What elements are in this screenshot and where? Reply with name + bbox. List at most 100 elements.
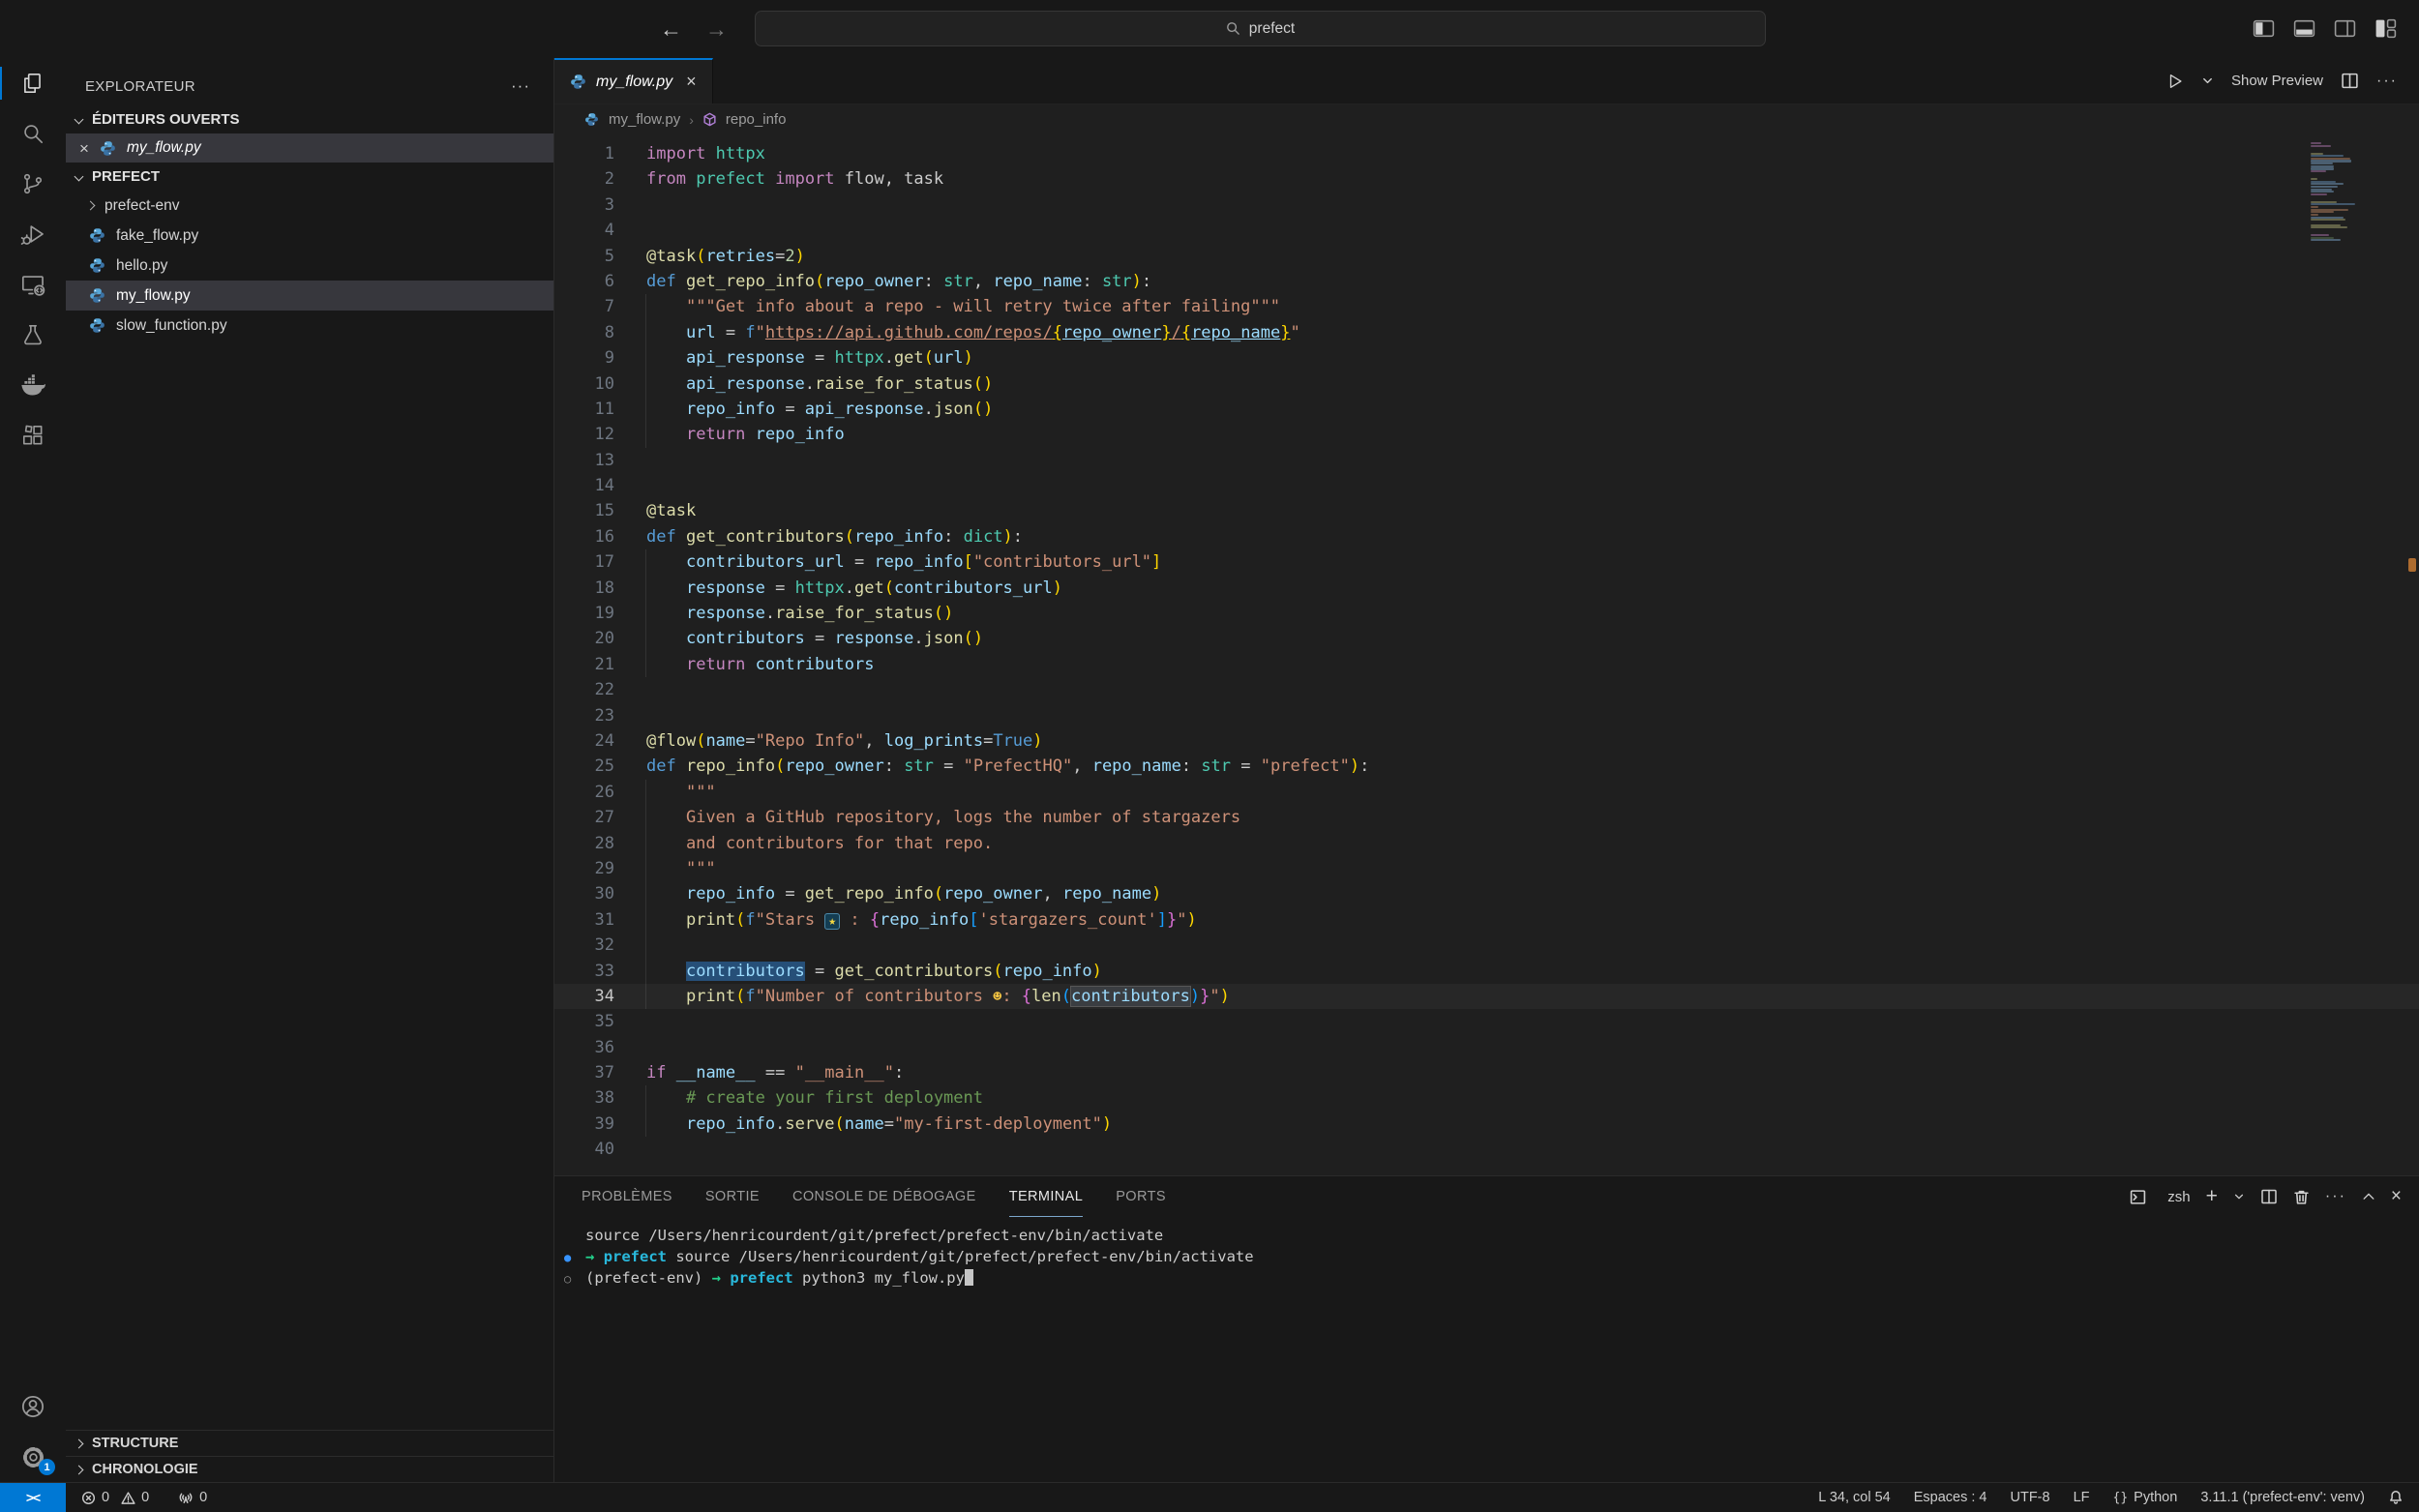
activity-source-control[interactable]	[0, 159, 66, 209]
code-line[interactable]: 25def repo_info(repo_owner: str = "Prefe…	[554, 754, 2419, 779]
line-number[interactable]: 6	[554, 269, 614, 294]
tab-my-flow[interactable]: my_flow.py ×	[554, 58, 713, 104]
split-terminal-icon[interactable]	[2260, 1188, 2278, 1205]
line-number[interactable]: 5	[554, 244, 614, 269]
code-line[interactable]: 32	[554, 933, 2419, 958]
code-line[interactable]: 31 print(f"Stars ★ : {repo_info['stargaz…	[554, 907, 2419, 933]
cursor-position[interactable]: L 34, col 54	[1818, 1490, 1890, 1505]
sidebar-more-actions[interactable]: ···	[511, 76, 530, 96]
ports-status[interactable]: 0	[178, 1490, 207, 1505]
line-number[interactable]: 27	[554, 805, 614, 830]
code-line[interactable]: 9 api_response = httpx.get(url)	[554, 345, 2419, 371]
code-line[interactable]: 16def get_contributors(repo_info: dict):	[554, 524, 2419, 549]
line-number[interactable]: 29	[554, 856, 614, 881]
open-editors-header[interactable]: ÉDITEURS OUVERTS	[66, 105, 553, 133]
code-line[interactable]: 27 Given a GitHub repository, logs the n…	[554, 805, 2419, 830]
code-line[interactable]: 3	[554, 193, 2419, 218]
terminal-dropdown-chevron-icon[interactable]	[2233, 1191, 2245, 1202]
file-item[interactable]: slow_function.py	[66, 311, 553, 341]
new-terminal-icon[interactable]: +	[2206, 1185, 2218, 1208]
code-line[interactable]: 39 repo_info.serve(name="my-first-deploy…	[554, 1112, 2419, 1137]
code-line[interactable]: 5@task(retries=2)	[554, 244, 2419, 269]
line-number[interactable]: 32	[554, 933, 614, 958]
line-number[interactable]: 16	[554, 524, 614, 549]
code-line[interactable]: 8 url = f"https://api.github.com/repos/{…	[554, 320, 2419, 345]
code-line[interactable]: 13	[554, 448, 2419, 473]
code-line[interactable]: 40	[554, 1137, 2419, 1162]
activity-extensions[interactable]	[0, 410, 66, 460]
line-number[interactable]: 3	[554, 193, 614, 218]
file-item[interactable]: hello.py	[66, 251, 553, 281]
code-line[interactable]: 21 return contributors	[554, 652, 2419, 677]
file-item[interactable]: fake_flow.py	[66, 221, 553, 251]
line-number[interactable]: 1	[554, 141, 614, 166]
line-number[interactable]: 10	[554, 371, 614, 397]
toggle-panel-icon[interactable]	[2292, 16, 2316, 41]
terminal-output[interactable]: source /Users/henricourdent/git/prefect/…	[554, 1217, 2419, 1290]
line-number[interactable]: 4	[554, 218, 614, 243]
line-number[interactable]: 36	[554, 1035, 614, 1060]
close-panel-icon[interactable]: ×	[2391, 1186, 2402, 1207]
line-number[interactable]: 2	[554, 166, 614, 192]
line-number[interactable]: 17	[554, 549, 614, 575]
line-number[interactable]: 33	[554, 959, 614, 984]
panel-more-actions-icon[interactable]: ···	[2325, 1188, 2346, 1205]
nav-forward-icon[interactable]: →	[705, 16, 728, 43]
code-line[interactable]: 28 and contributors for that repo.	[554, 831, 2419, 856]
line-number[interactable]: 7	[554, 294, 614, 319]
line-number[interactable]: 39	[554, 1112, 614, 1137]
line-number[interactable]: 25	[554, 754, 614, 779]
activity-testing[interactable]	[0, 310, 66, 360]
code-line[interactable]: 33 contributors = get_contributors(repo_…	[554, 959, 2419, 984]
file-item-folder[interactable]: prefect-env	[66, 191, 553, 221]
line-number[interactable]: 28	[554, 831, 614, 856]
line-number[interactable]: 40	[554, 1137, 614, 1162]
code-line[interactable]: 24@flow(name="Repo Info", log_prints=Tru…	[554, 728, 2419, 754]
open-editor-item[interactable]: × my_flow.py	[66, 133, 553, 163]
code-line[interactable]: 35	[554, 1009, 2419, 1034]
split-editor-icon[interactable]	[2341, 72, 2359, 90]
activity-run-debug[interactable]	[0, 209, 66, 259]
maximize-panel-icon[interactable]	[2362, 1190, 2375, 1203]
code-line[interactable]: 15@task	[554, 498, 2419, 523]
code-line[interactable]: 36	[554, 1035, 2419, 1060]
code-line[interactable]: 11 repo_info = api_response.json()	[554, 397, 2419, 422]
line-number[interactable]: 15	[554, 498, 614, 523]
notifications-bell-icon[interactable]	[2388, 1490, 2404, 1505]
activity-remote-explorer[interactable]	[0, 259, 66, 310]
code-line[interactable]: 18 response = httpx.get(contributors_url…	[554, 576, 2419, 601]
code-line[interactable]: 26 """	[554, 780, 2419, 805]
line-number[interactable]: 20	[554, 626, 614, 651]
code-line[interactable]: 37if __name__ == "__main__":	[554, 1060, 2419, 1085]
close-icon[interactable]: ×	[79, 140, 89, 157]
nav-back-icon[interactable]: ←	[660, 16, 682, 43]
line-number[interactable]: 21	[554, 652, 614, 677]
account-button[interactable]	[0, 1381, 66, 1432]
shell-label[interactable]: zsh	[2167, 1189, 2190, 1205]
tab-close-icon[interactable]: ×	[686, 72, 697, 92]
panel-tab-probl-mes[interactable]: PROBLÈMES	[582, 1176, 672, 1217]
project-section-header[interactable]: PREFECT	[66, 163, 553, 191]
code-line[interactable]: 7 """Get info about a repo - will retry …	[554, 294, 2419, 319]
line-number[interactable]: 18	[554, 576, 614, 601]
code-line[interactable]: 20 contributors = response.json()	[554, 626, 2419, 651]
line-number[interactable]: 12	[554, 422, 614, 447]
line-number[interactable]: 34	[554, 984, 614, 1009]
run-python-file-icon[interactable]	[2166, 73, 2184, 90]
line-number[interactable]: 35	[554, 1009, 614, 1034]
minimap[interactable]	[2311, 142, 2374, 245]
line-number[interactable]: 8	[554, 320, 614, 345]
activity-search[interactable]	[0, 108, 66, 159]
run-dropdown-chevron-icon[interactable]	[2201, 74, 2214, 87]
code-line[interactable]: 34 print(f"Number of contributors ☻: {le…	[554, 984, 2419, 1009]
toggle-primary-sidebar-icon[interactable]	[2252, 16, 2276, 41]
code-editor[interactable]: 1import httpx2from prefect import flow, …	[554, 134, 2419, 1175]
settings-button[interactable]: 1	[0, 1432, 66, 1482]
show-preview-button[interactable]: Show Preview	[2231, 73, 2323, 89]
toggle-secondary-sidebar-icon[interactable]	[2333, 16, 2357, 41]
line-number[interactable]: 31	[554, 907, 614, 933]
breadcrumb-symbol[interactable]: repo_info	[726, 111, 787, 128]
command-center-search[interactable]: prefect	[755, 11, 1766, 46]
code-line[interactable]: 22	[554, 677, 2419, 702]
line-number[interactable]: 9	[554, 345, 614, 371]
